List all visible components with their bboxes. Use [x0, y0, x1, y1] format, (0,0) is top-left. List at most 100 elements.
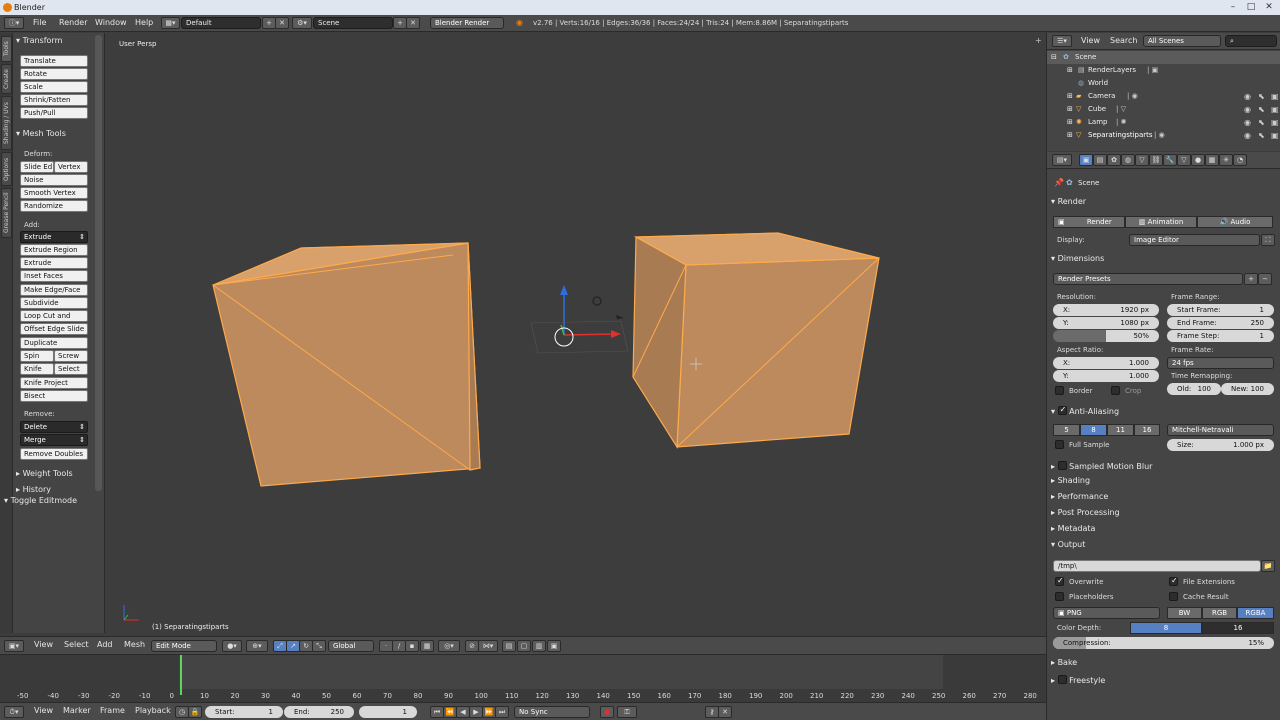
sync-dropdown[interactable]: No Sync [514, 706, 590, 718]
color-rgba-button[interactable]: RGBA [1237, 607, 1274, 619]
outliner-row-camera[interactable]: ⊞ ▰ Camera | ◉ ◉ ⬉ ▣ [1047, 90, 1280, 103]
editor-type-icon[interactable]: ▣▾ [4, 640, 24, 652]
opengl-render-icon[interactable]: ▣ [547, 640, 561, 652]
menu-mesh[interactable]: Mesh [124, 640, 145, 649]
editor-type-icon[interactable]: ▤▾ [1052, 154, 1072, 166]
occlude-icon[interactable]: ▦ [420, 640, 434, 652]
duplicate-button[interactable]: Duplicate [20, 337, 88, 349]
weight-tools-panel-header[interactable]: ▸ Weight Tools [16, 469, 73, 478]
inset-faces-button[interactable]: Inset Faces [20, 270, 88, 282]
select-arrow-icon[interactable]: ⬉ [1258, 116, 1265, 129]
smooth-vertex-button[interactable]: Smooth Vertex [20, 187, 88, 199]
toggle-editmode-header[interactable]: ▾ Toggle Editmode [4, 496, 77, 505]
menu-playback[interactable]: Playback [135, 706, 171, 715]
vertex-select-icon[interactable]: · [379, 640, 393, 652]
timeline[interactable]: -50 -40 -30 -20 -10 0 10 20 30 40 50 60 70 80 90 100 110… [0, 654, 1046, 702]
render-context-icon[interactable]: ▣ [1079, 154, 1093, 166]
next-key-icon[interactable]: ⏩ [482, 706, 496, 718]
select-arrow-icon[interactable]: ⬉ [1258, 129, 1265, 142]
aspect-x-field[interactable]: X: 1.000 [1053, 357, 1159, 369]
aa-samples-5[interactable]: 5 [1053, 424, 1080, 436]
history-panel-header[interactable]: ▸ History [16, 485, 51, 494]
border-checkbox[interactable] [1055, 386, 1064, 395]
color-rgb-button[interactable]: RGB [1202, 607, 1237, 619]
loop-cut-button[interactable]: Loop Cut and Slide [20, 310, 88, 330]
render-still-icon[interactable]: ▢ [517, 640, 531, 652]
texture-context-icon[interactable]: ▦ [1205, 154, 1219, 166]
render-camera-icon[interactable]: ▣ [1271, 90, 1279, 103]
aspect-y-field[interactable]: Y: 1.000 [1053, 370, 1159, 382]
jump-end-icon[interactable]: ⏭ [495, 706, 509, 718]
scene-icon[interactable]: ⚙▾ [292, 17, 312, 29]
add-preset-icon[interactable]: + [1244, 273, 1258, 285]
translate-manip-icon[interactable]: ↗ [286, 640, 300, 652]
extrude-individual-button[interactable]: Extrude Individual [20, 257, 88, 277]
select-arrow-icon[interactable]: ⬉ [1258, 103, 1265, 116]
end-frame-field[interactable]: End Frame: 250 [1167, 317, 1274, 329]
physics-context-icon[interactable]: ◔ [1233, 154, 1247, 166]
menu-select[interactable]: Select [64, 640, 89, 649]
insert-keyframe-icon[interactable]: ⚷ [705, 706, 719, 718]
folder-icon[interactable]: 📁 [1261, 560, 1275, 572]
dimensions-panel-header[interactable]: ▾ Dimensions [1051, 254, 1104, 263]
overwrite-checkbox[interactable] [1055, 576, 1064, 586]
constraints-context-icon[interactable]: ⛓ [1149, 154, 1163, 166]
output-panel-header[interactable]: ▾ Output [1051, 540, 1085, 549]
motion-blur-panel-header[interactable]: ▸ Sampled Motion Blur [1051, 460, 1152, 471]
freestyle-checkbox[interactable] [1057, 675, 1067, 684]
bisect-button[interactable]: Bisect [20, 390, 88, 402]
add-scene-icon[interactable]: + [393, 17, 407, 29]
menu-help[interactable]: Help [135, 18, 153, 27]
cache-result-checkbox[interactable] [1169, 592, 1178, 601]
scale-manip-icon[interactable]: ⤡ [312, 640, 326, 652]
display-dropdown[interactable]: Image Editor [1129, 234, 1260, 246]
outliner-row-renderlayers[interactable]: ⊞ ▤ RenderLayers | ▣ [1047, 64, 1280, 77]
end-frame-field[interactable]: End: 250 [284, 706, 354, 718]
mesh-tools-panel-header[interactable]: ▾ Mesh Tools [16, 129, 66, 138]
push-pull-button[interactable]: Push/Pull [20, 107, 88, 119]
randomize-button[interactable]: Randomize [20, 200, 88, 212]
menu-file[interactable]: File [33, 18, 46, 27]
remove-layout-icon[interactable]: ✕ [275, 17, 289, 29]
snap-element-icon[interactable]: ⋈▾ [478, 640, 498, 652]
tab-shading-uvs[interactable]: Shading / UVs [1, 96, 12, 150]
layout-field[interactable]: Default [181, 17, 261, 29]
editor-type-icon[interactable]: ⓘ▾ [4, 17, 24, 29]
color-depth-8-button[interactable]: 8 [1130, 622, 1202, 634]
animation-button[interactable]: ▥ Animation [1125, 216, 1197, 228]
render-presets-dropdown[interactable]: Render Presets [1053, 273, 1243, 285]
pivot-icon[interactable]: ⊕▾ [246, 640, 268, 652]
aa-size-field[interactable]: Size: 1.000 px [1167, 439, 1274, 451]
modifiers-context-icon[interactable]: 🔧 [1163, 154, 1177, 166]
outliner-row-scene[interactable]: ⊟ ✿ Scene [1047, 51, 1280, 64]
fullscreen-icon[interactable]: ⛶ [1261, 234, 1275, 246]
menu-window[interactable]: Window [95, 18, 127, 27]
minimize-button[interactable]: – [1226, 2, 1240, 13]
render-camera-icon[interactable]: ▣ [1271, 103, 1279, 116]
remove-doubles-button[interactable]: Remove Doubles [20, 448, 88, 460]
output-path-input[interactable]: /tmp\ [1053, 560, 1261, 572]
screw-button[interactable]: Screw [54, 350, 88, 362]
extrude-button[interactable]: Extrude ⇕ [20, 231, 88, 243]
scale-button[interactable]: Scale [20, 81, 88, 93]
3d-viewport[interactable]: User Persp + (1) Separatingstiparts [106, 33, 1046, 636]
visibility-eye-icon[interactable]: ◉ [1244, 103, 1251, 116]
snap-target-icon[interactable]: ▤ [502, 640, 516, 652]
aa-samples-8[interactable]: 8 [1080, 424, 1107, 436]
pin-icon[interactable]: 📌 [1054, 178, 1064, 187]
transform-gizmo[interactable] [530, 285, 629, 354]
file-extensions-checkbox[interactable] [1169, 576, 1178, 586]
extrude-region-button[interactable]: Extrude Region [20, 244, 88, 256]
menu-view[interactable]: View [34, 706, 53, 715]
frame-rate-dropdown[interactable]: 24 fps [1167, 357, 1274, 369]
spin-button[interactable]: Spin [20, 350, 54, 362]
render-panel-header[interactable]: ▾ Render [1051, 197, 1086, 206]
menu-add[interactable]: Add [97, 640, 113, 649]
preview-range-icon[interactable]: ◷ [175, 706, 189, 718]
jump-start-icon[interactable]: ⏮ [430, 706, 444, 718]
scene-field[interactable]: Scene [313, 17, 393, 29]
slide-edge-button[interactable]: Slide Ed [20, 161, 54, 173]
rotate-button[interactable]: Rotate [20, 68, 88, 80]
select-arrow-icon[interactable]: ⬉ [1258, 90, 1265, 103]
aa-samples-16[interactable]: 16 [1134, 424, 1160, 436]
